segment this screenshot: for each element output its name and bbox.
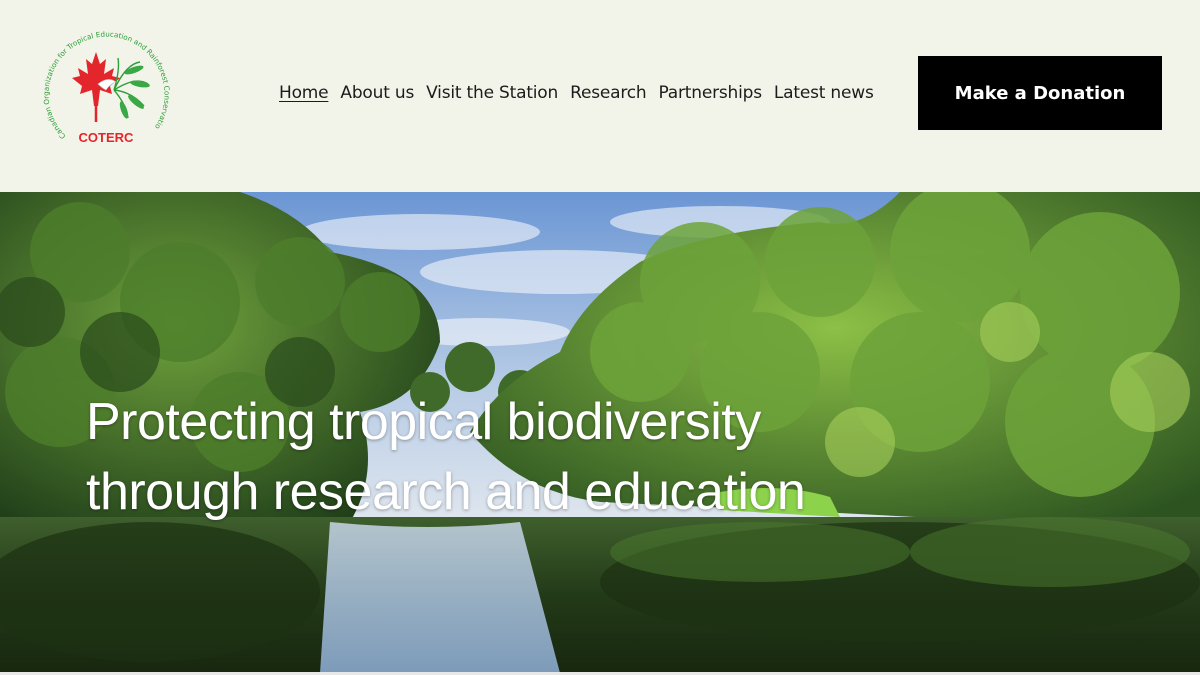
hero-section: Protecting tropical biodiversity through… xyxy=(0,192,1200,673)
nav-research[interactable]: Research xyxy=(570,83,647,103)
nav-visit-the-station[interactable]: Visit the Station xyxy=(426,83,558,103)
nav-home[interactable]: Home xyxy=(279,83,329,103)
hero-title: Protecting tropical biodiversity through… xyxy=(86,387,986,527)
nav-partnerships[interactable]: Partnerships xyxy=(658,83,762,103)
donate-button[interactable]: Make a Donation xyxy=(918,56,1162,130)
logo-acronym: COTERC xyxy=(79,130,135,145)
site-header: Canadian Organization for Tropical Educa… xyxy=(0,0,1200,192)
hero-title-line-2: through research and education xyxy=(86,463,806,521)
hero-title-line-1: Protecting tropical biodiversity xyxy=(86,393,761,451)
main-nav: Home About us Visit the Station Research… xyxy=(279,80,886,106)
site-logo[interactable]: Canadian Organization for Tropical Educa… xyxy=(34,17,176,164)
coterc-logo-icon: Canadian Organization for Tropical Educa… xyxy=(34,17,172,145)
nav-about-us[interactable]: About us xyxy=(340,83,414,103)
nav-latest-news[interactable]: Latest news xyxy=(774,83,874,103)
